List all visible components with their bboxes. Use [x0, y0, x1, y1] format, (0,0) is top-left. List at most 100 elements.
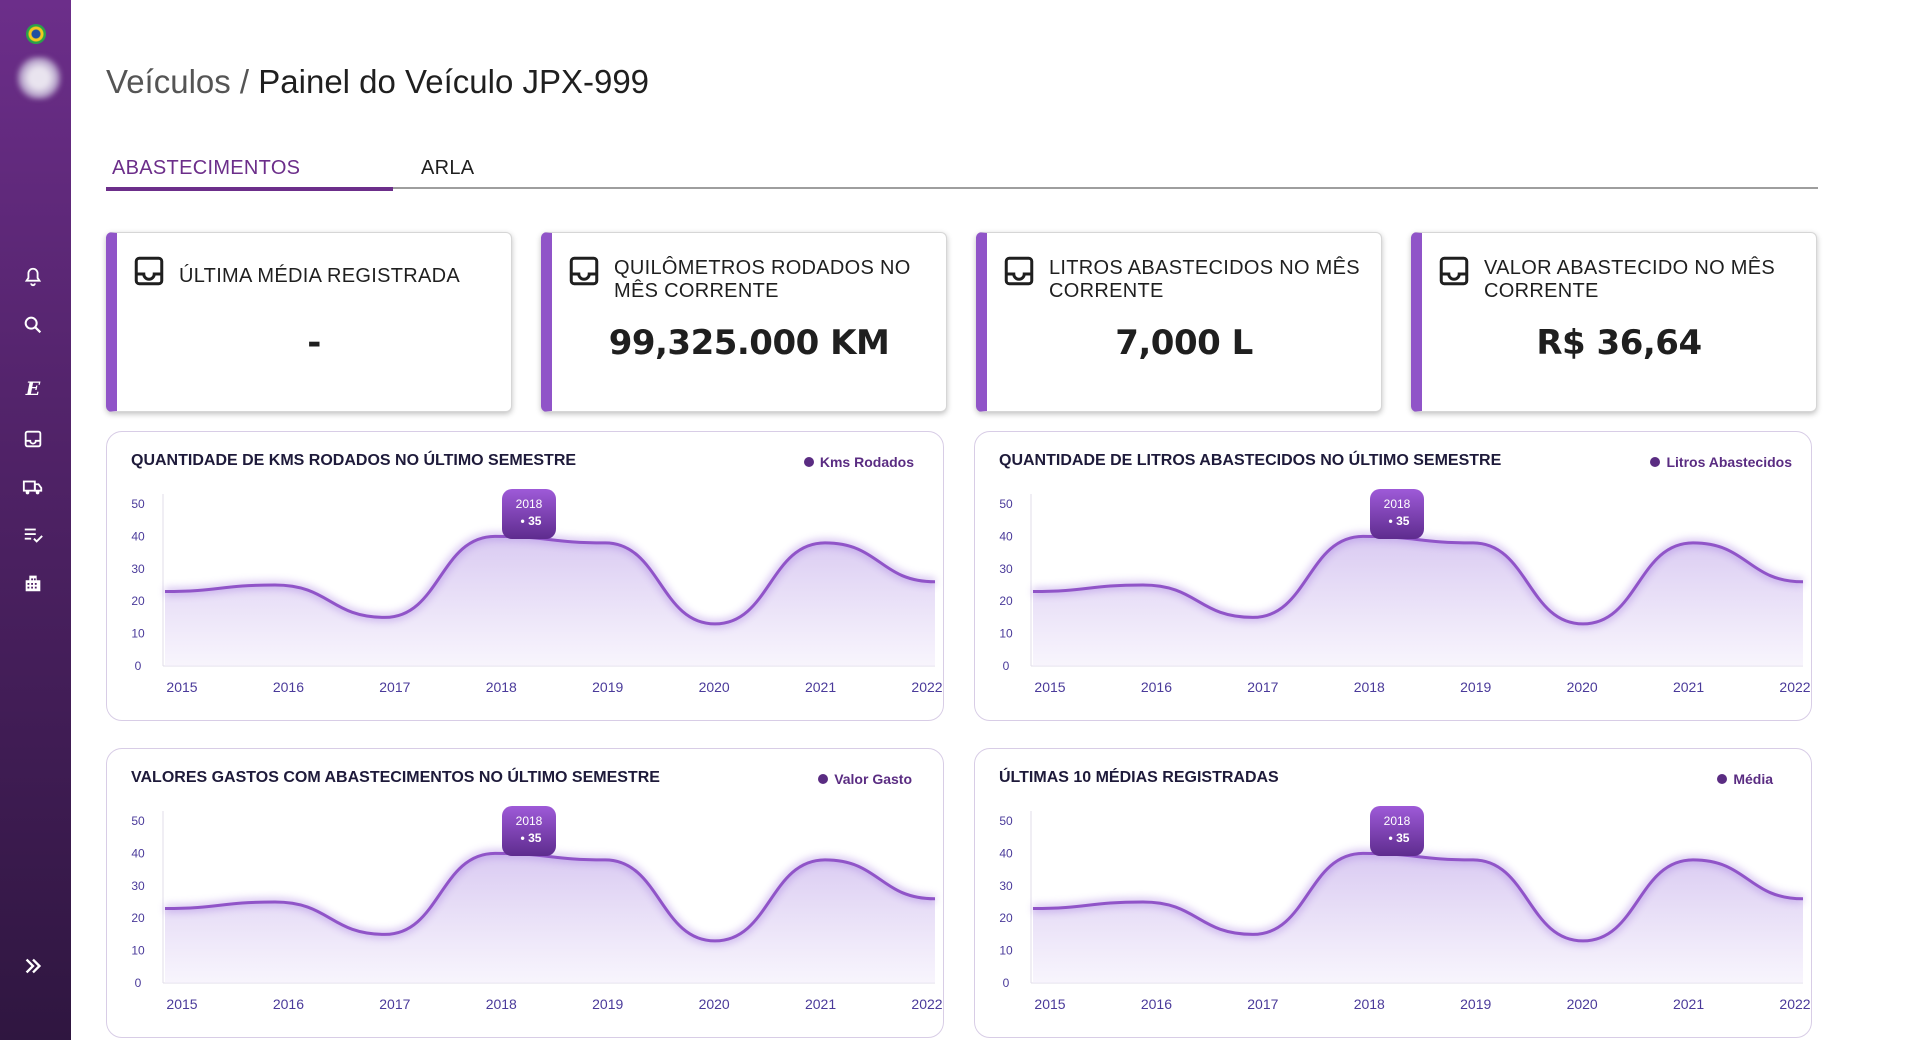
y-tick-label: 30	[999, 562, 1013, 576]
page-title: Painel do Veículo JPX-999	[258, 63, 650, 100]
chart-tooltip: 2018 • 35	[1370, 806, 1424, 856]
chart-tooltip: 2018 • 35	[1370, 489, 1424, 539]
x-tick-label: 2017	[379, 996, 410, 1012]
x-tick-label: 2016	[1141, 996, 1172, 1012]
card-title: ÚLTIMA MÉDIA REGISTRADA	[179, 265, 461, 287]
area-chart: 0 10 20 30 40 50 2015 2016 2017 2018 2019 2020 2021 2…	[999, 489, 1811, 695]
x-tick-label: 2020	[1567, 996, 1598, 1012]
series-area	[1033, 853, 1803, 983]
x-tick-label: 2019	[1460, 996, 1491, 1012]
y-tick-label: 30	[131, 879, 145, 893]
x-tick-label: 2018	[486, 996, 517, 1012]
tab-arla[interactable]: ARLA	[421, 155, 474, 189]
x-tick-label: 2022	[1779, 679, 1810, 695]
y-tick-label: 50	[131, 814, 145, 828]
x-tick-label: 2016	[273, 679, 304, 695]
card-title: QUILÔMETROS RODADOS NO MÊS CORRENTE	[614, 257, 911, 302]
tooltip-value: • 35	[1389, 514, 1410, 528]
y-tick-label: 40	[131, 529, 145, 543]
area-chart: 0 10 20 30 40 50 2015 2016 2017 2018 2019 2020 2021 2…	[999, 806, 1811, 1012]
x-tick-label: 2018	[1354, 679, 1385, 695]
y-tick-label: 30	[131, 562, 145, 576]
double-chevron-right-icon[interactable]	[20, 953, 46, 979]
y-tick-label: 20	[999, 911, 1013, 925]
breadcrumb-parent[interactable]: Veículos	[106, 63, 231, 100]
card-quilometros: QUILÔMETROS RODADOS NO MÊS CORRENTE 99,3…	[541, 232, 947, 412]
x-tick-label: 2015	[166, 679, 197, 695]
x-tick-label: 2021	[1673, 996, 1704, 1012]
e-label: E	[25, 378, 41, 400]
truck-icon[interactable]	[20, 474, 46, 500]
y-tick-label: 50	[999, 814, 1013, 828]
x-tick-label: 2022	[1779, 996, 1810, 1012]
bell-icon[interactable]	[20, 264, 46, 290]
x-tick-label: 2015	[166, 996, 197, 1012]
chart-tooltip: 2018 • 35	[502, 806, 556, 856]
y-tick-label: 10	[999, 627, 1013, 641]
card-value: 99,325.000 KM	[608, 323, 890, 363]
chart-card-litros: QUANTIDADE DE LITROS ABASTECIDOS NO ÚLTI…	[974, 431, 1812, 721]
tooltip-value: • 35	[1389, 831, 1410, 845]
y-tick-label: 40	[131, 846, 145, 860]
chart-tooltip: 2018 • 35	[502, 489, 556, 539]
x-tick-label: 2021	[805, 996, 836, 1012]
y-tick-label: 0	[135, 659, 142, 673]
chart-card-kms: QUANTIDADE DE KMS RODADOS NO ÚLTIMO SEME…	[106, 431, 944, 721]
breadcrumb: Veículos / Painel do Veículo JPX-999	[106, 63, 649, 101]
y-tick-label: 10	[999, 944, 1013, 958]
building-icon[interactable]	[20, 570, 46, 596]
area-chart: 0 10 20 30 40 50 2015 2016 2017 2018 2019 2020 2021 2…	[131, 489, 943, 695]
inbox-icon	[1004, 256, 1034, 286]
tab-abastecimentos[interactable]: ABASTECIMENTOS	[106, 155, 393, 191]
inbox-icon[interactable]	[20, 426, 46, 452]
area-chart: 0 10 20 30 40 50 2015 2016 2017 2018 2019 2020 2021 2…	[131, 806, 943, 1012]
series-area	[165, 853, 935, 983]
avatar[interactable]	[16, 56, 62, 100]
tooltip-year: 2018	[516, 497, 543, 511]
x-tick-label: 2018	[486, 679, 517, 695]
x-tick-label: 2017	[1247, 679, 1278, 695]
y-tick-label: 0	[135, 976, 142, 990]
y-tick-label: 20	[131, 594, 145, 608]
y-tick-label: 40	[999, 846, 1013, 860]
tooltip-year: 2018	[516, 814, 543, 828]
y-tick-label: 0	[1003, 659, 1010, 673]
chart-card-valores: VALORES GASTOS COM ABASTECIMENTOS NO ÚLT…	[106, 748, 944, 1038]
x-tick-label: 2021	[1673, 679, 1704, 695]
card-title: VALOR ABASTECIDO NO MÊS CORRENTE	[1484, 257, 1776, 302]
x-tick-label: 2021	[805, 679, 836, 695]
x-tick-label: 2019	[592, 996, 623, 1012]
y-tick-label: 10	[131, 944, 145, 958]
checklist-icon[interactable]	[20, 522, 46, 548]
x-tick-label: 2019	[1460, 679, 1491, 695]
x-tick-label: 2017	[379, 679, 410, 695]
y-tick-label: 10	[131, 627, 145, 641]
search-icon[interactable]	[20, 312, 46, 338]
sidebar: E	[0, 0, 71, 1040]
e-icon[interactable]: E	[20, 376, 46, 402]
tooltip-value: • 35	[521, 514, 542, 528]
x-tick-label: 2017	[1247, 996, 1278, 1012]
card-value: -	[307, 323, 321, 363]
inbox-icon	[1439, 256, 1469, 286]
flag-icon	[26, 24, 46, 44]
inbox-icon	[134, 256, 164, 286]
x-tick-label: 2016	[1141, 679, 1172, 695]
x-tick-label: 2016	[273, 996, 304, 1012]
x-tick-label: 2018	[1354, 996, 1385, 1012]
y-tick-label: 50	[131, 497, 145, 511]
x-tick-label: 2015	[1034, 679, 1065, 695]
card-title: LITROS ABASTECIDOS NO MÊS CORRENTE	[1049, 257, 1360, 302]
y-tick-label: 50	[999, 497, 1013, 511]
card-litros: LITROS ABASTECIDOS NO MÊS CORRENTE 7,000…	[976, 232, 1382, 412]
series-area	[165, 536, 935, 666]
y-tick-label: 40	[999, 529, 1013, 543]
x-tick-label: 2019	[592, 679, 623, 695]
breadcrumb-separator: /	[230, 63, 259, 100]
y-tick-label: 0	[1003, 976, 1010, 990]
card-valor: VALOR ABASTECIDO NO MÊS CORRENTE R$ 36,6…	[1411, 232, 1817, 412]
tooltip-year: 2018	[1384, 814, 1411, 828]
x-tick-label: 2020	[699, 996, 730, 1012]
x-tick-label: 2015	[1034, 996, 1065, 1012]
inbox-icon	[569, 256, 599, 286]
